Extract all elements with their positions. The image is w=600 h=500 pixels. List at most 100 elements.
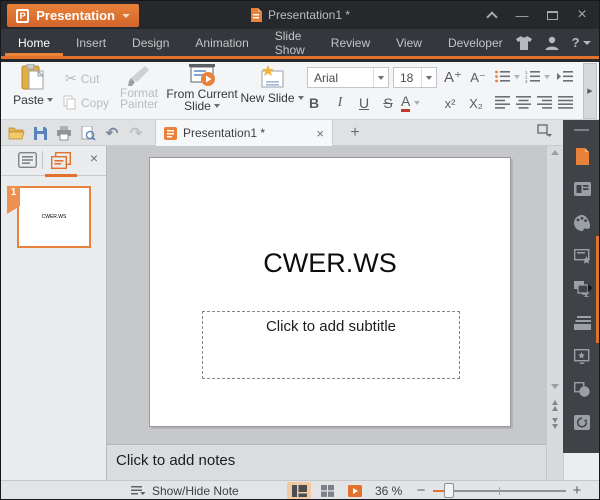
close-document-tab-button[interactable]: × <box>316 126 324 141</box>
slideshow-view-button[interactable] <box>343 482 367 499</box>
numbering-button[interactable]: 123 <box>525 70 550 83</box>
new-document-tab-button[interactable]: + <box>343 120 367 146</box>
slide-editing-area[interactable]: CWER.WS Click to add subtitle <box>107 146 546 444</box>
font-size-dropdown[interactable] <box>421 68 436 87</box>
window-title: Presentation1 * <box>151 1 449 29</box>
zoom-in-button[interactable]: + <box>569 481 585 500</box>
new-file-button[interactable] <box>573 147 591 165</box>
zoom-out-button[interactable]: − <box>413 481 429 500</box>
hidden-panel-indicator[interactable] <box>596 236 600 343</box>
collapse-ribbon-button[interactable] <box>477 1 507 29</box>
underline-button[interactable]: U <box>353 92 375 114</box>
bold-button[interactable]: B <box>303 92 325 114</box>
font-color-button[interactable]: A <box>401 94 420 112</box>
show-hide-note-button[interactable]: Show/Hide Note <box>131 481 239 500</box>
redo-button[interactable]: ↷ <box>127 124 145 142</box>
align-center-icon <box>516 96 531 109</box>
ribbon-more-button[interactable]: ▶ <box>583 63 597 119</box>
vertical-scrollbar[interactable] <box>546 146 563 480</box>
chevron-down-icon <box>378 76 384 80</box>
print-button[interactable] <box>55 124 73 142</box>
slide-sorter-view-button[interactable] <box>315 482 339 499</box>
close-button[interactable]: × <box>567 1 597 29</box>
presentation-file-icon <box>164 126 177 141</box>
subtitle-placeholder-box[interactable]: Click to add subtitle <box>202 311 460 379</box>
slide-title-text[interactable]: CWER.WS <box>150 248 510 279</box>
outline-view-tab[interactable] <box>18 152 37 173</box>
open-file-button[interactable] <box>7 124 25 142</box>
skin-theme-icon[interactable] <box>516 36 532 50</box>
media-rotate-button[interactable] <box>573 413 591 431</box>
align-left-button[interactable] <box>495 96 510 109</box>
transition-button[interactable] <box>573 247 591 265</box>
font-name-dropdown[interactable] <box>373 68 388 87</box>
tab-slide-show[interactable]: Slide Show <box>262 29 318 56</box>
font-name-combobox[interactable]: Arial <box>307 67 389 88</box>
slide-thumbnail-1[interactable]: CWER.WS <box>17 186 91 248</box>
slide-properties-button[interactable] <box>573 347 591 365</box>
minimize-icon: — <box>516 8 529 23</box>
strikethrough-button[interactable]: S <box>377 92 399 114</box>
previous-slide-button[interactable] <box>547 400 563 411</box>
undo-button[interactable]: ↶ <box>103 124 121 142</box>
slide-page[interactable]: CWER.WS Click to add subtitle <box>149 157 511 427</box>
tab-design[interactable]: Design <box>119 29 182 56</box>
increase-font-size-button[interactable]: A⁺ <box>442 66 464 88</box>
next-slide-button[interactable] <box>547 418 563 429</box>
design-palette-button[interactable] <box>573 214 591 232</box>
print-preview-button[interactable] <box>79 124 97 142</box>
tab-review[interactable]: Review <box>318 29 383 56</box>
format-painter-button[interactable]: Format Painter <box>113 64 165 110</box>
align-center-button[interactable] <box>516 96 531 109</box>
subscript-button[interactable]: X₂ <box>465 92 487 114</box>
paste-button[interactable]: Paste <box>9 64 57 107</box>
document-tab-presentation1[interactable]: Presentation1 * × <box>155 120 333 146</box>
bullets-button[interactable] <box>495 70 520 83</box>
slide-sorter-pane-button[interactable] <box>573 314 591 332</box>
zoom-percentage[interactable]: 36 % <box>375 481 402 500</box>
scroll-up-button[interactable] <box>547 150 563 155</box>
undo-icon: ↶ <box>106 124 119 142</box>
close-panel-button[interactable]: × <box>90 150 98 166</box>
tab-developer[interactable]: Developer <box>435 29 516 56</box>
stacked-slides-icon <box>574 316 591 330</box>
from-current-slide-button[interactable]: From Current Slide <box>167 64 237 112</box>
cut-button[interactable]: ✂ Cut <box>65 70 99 87</box>
shapes-button[interactable] <box>573 380 591 398</box>
transition-star-icon <box>574 249 591 264</box>
help-button[interactable]: ? <box>572 35 591 50</box>
italic-button[interactable]: I <box>329 92 351 114</box>
slide-layout-button[interactable] <box>573 180 591 198</box>
sidebar-handle[interactable] <box>574 129 589 131</box>
menubar-right-icons: ? <box>516 29 600 56</box>
tab-animation[interactable]: Animation <box>182 29 261 56</box>
app-menu-button[interactable]: P Presentation <box>7 4 139 27</box>
tab-view[interactable]: View <box>383 29 435 56</box>
account-person-icon[interactable] <box>545 36 559 50</box>
zoom-slider-thumb[interactable] <box>444 483 454 498</box>
normal-view-button[interactable] <box>287 482 311 499</box>
slides-view-tab[interactable] <box>51 152 71 174</box>
tab-home[interactable]: Home <box>5 29 63 56</box>
format-painter-label-2: Painter <box>120 99 158 110</box>
increase-indent-button[interactable] <box>557 70 573 83</box>
save-button[interactable] <box>31 124 49 142</box>
superscript-button[interactable]: x² <box>439 92 461 114</box>
slide-layout-icon <box>574 182 591 196</box>
new-slide-button[interactable]: New Slide <box>241 64 303 105</box>
tab-list-button[interactable] <box>537 124 553 143</box>
sidebar-footer <box>563 453 600 480</box>
decrease-font-size-button[interactable]: A⁻ <box>467 67 489 89</box>
minimize-button[interactable]: — <box>507 1 537 29</box>
align-right-button[interactable] <box>537 96 552 109</box>
document-icon <box>250 8 262 22</box>
scroll-down-button[interactable] <box>547 384 563 389</box>
thumbnail-title-text: CWER.WS <box>42 214 67 220</box>
tab-insert[interactable]: Insert <box>63 29 119 56</box>
font-size-combobox[interactable]: 18 <box>393 67 437 88</box>
justify-button[interactable] <box>558 96 573 109</box>
maximize-button[interactable] <box>537 1 567 29</box>
copy-button[interactable]: Copy <box>63 95 109 110</box>
notes-pane[interactable]: Click to add notes <box>107 444 546 480</box>
ribbon-toolbar: Paste ✂ Cut Copy Format Painter From Cur… <box>1 62 599 120</box>
